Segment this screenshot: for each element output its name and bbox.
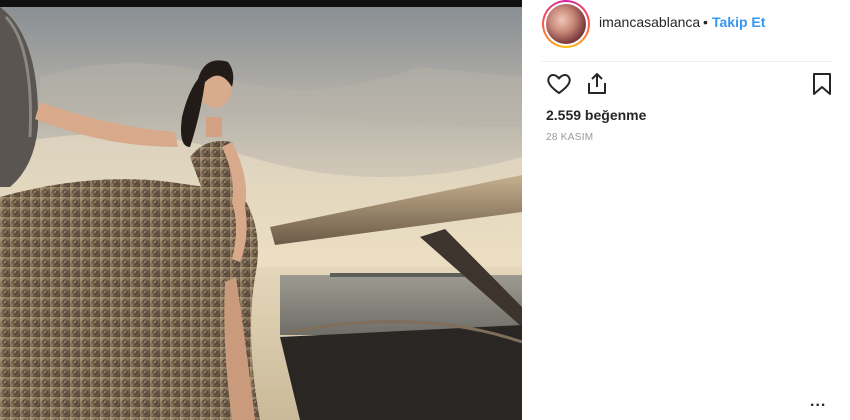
post-photo[interactable] [0,0,522,420]
post-date: 28 KASIM [546,132,594,143]
avatar-border [544,2,588,46]
avatar[interactable] [542,0,590,48]
post-image [0,7,522,420]
header-separator: • [703,14,708,30]
likes-count[interactable]: 2.559 beğenme [546,107,646,123]
photo-top-edge [0,0,522,7]
follow-button[interactable]: Takip Et [712,14,765,30]
bookmark-icon[interactable] [808,70,836,98]
share-icon[interactable] [583,70,611,98]
avatar-image [546,4,586,44]
post-sidebar: imancasablanca • Takip Et 2.559 beğenme … [522,0,850,420]
header-divider [542,61,832,62]
heart-icon[interactable] [545,70,573,98]
more-options-icon[interactable]: ... [810,393,826,411]
username-link[interactable]: imancasablanca [599,14,700,30]
post-header: imancasablanca • Takip Et [522,0,850,50]
action-bar [542,70,837,100]
